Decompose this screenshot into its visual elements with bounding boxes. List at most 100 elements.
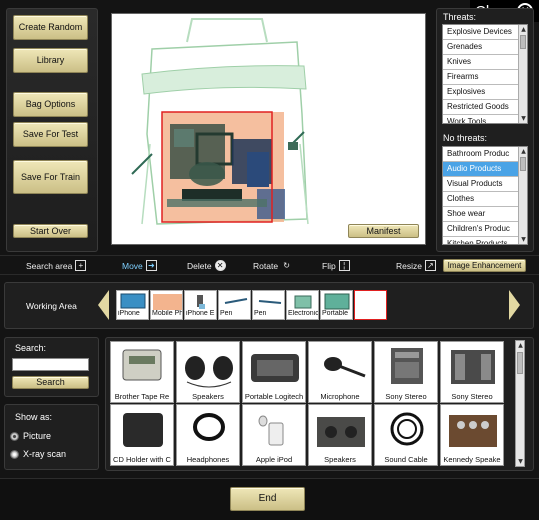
delete-label: Delete bbox=[187, 260, 212, 271]
resize-tool[interactable]: Resize ↗ bbox=[396, 260, 436, 271]
item-photo bbox=[185, 356, 233, 388]
search-area-tool[interactable]: Search area + bbox=[26, 260, 87, 271]
list-item[interactable]: Kitchen Products bbox=[443, 237, 520, 244]
create-random-button[interactable]: Create Random bbox=[13, 15, 88, 40]
working-area-item[interactable] bbox=[354, 290, 387, 320]
item-caption: Sound Cable bbox=[384, 455, 428, 464]
item-caption: Electronic bbox=[287, 310, 318, 319]
scroll-thumb[interactable] bbox=[520, 157, 526, 171]
xray-viewer[interactable] bbox=[111, 13, 426, 245]
item-photo bbox=[390, 412, 424, 446]
list-item[interactable]: Work Tools bbox=[443, 115, 520, 123]
working-area-item[interactable]: iPhone bbox=[116, 290, 149, 320]
rotate-tool[interactable]: Rotate ↻ bbox=[253, 260, 292, 271]
delete-tool[interactable]: Delete ✕ bbox=[187, 260, 226, 271]
item-caption: Headphones bbox=[186, 455, 230, 464]
working-area-right-arrow[interactable] bbox=[509, 290, 520, 320]
show-as-xray-option[interactable]: X-ray scan bbox=[10, 449, 66, 460]
working-area-item[interactable]: Pen bbox=[218, 290, 251, 320]
move-label: Move bbox=[122, 260, 143, 271]
scroll-up-icon[interactable]: ▲ bbox=[517, 342, 524, 349]
item-caption: Sony Stereo bbox=[451, 392, 493, 401]
manifest-button[interactable]: Manifest bbox=[348, 224, 419, 238]
catalog-item[interactable]: Portable Logitech bbox=[242, 341, 306, 403]
item-thumbnail bbox=[120, 293, 146, 309]
list-item[interactable]: Bathroom Produc bbox=[443, 147, 520, 162]
list-item[interactable]: Audio Products bbox=[443, 162, 520, 177]
scroll-up-icon[interactable]: ▲ bbox=[520, 148, 527, 155]
flip-icon: ¦ bbox=[338, 260, 350, 271]
catalog-item[interactable]: Kennedy Speake bbox=[440, 404, 504, 466]
threats-list[interactable]: Explosive Devices Grenades Knives Firearms E… bbox=[442, 24, 528, 124]
no-threats-list[interactable]: Bathroom Produc Audio Products Visual Prod… bbox=[442, 146, 528, 245]
scroll-down-icon[interactable]: ▼ bbox=[520, 236, 527, 243]
list-item[interactable]: Children's Produc bbox=[443, 222, 520, 237]
catalog-item[interactable]: Apple iPod bbox=[242, 404, 306, 466]
search-button[interactable]: Search bbox=[12, 376, 89, 389]
catalog-item[interactable]: Sony Stereo bbox=[440, 341, 504, 403]
item-caption: Speakers bbox=[192, 392, 224, 401]
start-over-button[interactable]: Start Over bbox=[13, 224, 88, 238]
resize-icon: ↗ bbox=[424, 260, 436, 271]
scroll-thumb[interactable] bbox=[520, 35, 526, 49]
list-item[interactable]: Restricted Goods bbox=[443, 100, 520, 115]
xray-image bbox=[131, 18, 309, 225]
item-thumbnail bbox=[224, 298, 248, 304]
list-item[interactable]: Grenades bbox=[443, 40, 520, 55]
scroll-thumb[interactable] bbox=[517, 352, 523, 374]
item-caption: Pen bbox=[219, 310, 250, 319]
item-caption: Kennedy Speake bbox=[443, 455, 501, 464]
catalog-item[interactable]: CD Holder with C bbox=[110, 404, 174, 466]
catalog-item[interactable]: Brother Tape Re bbox=[110, 341, 174, 403]
item-caption: Portable Logitech bbox=[244, 392, 304, 401]
item-caption bbox=[355, 310, 386, 319]
item-photo bbox=[317, 417, 365, 447]
scroll-down-icon[interactable]: ▼ bbox=[517, 458, 524, 465]
scroll-down-icon[interactable]: ▼ bbox=[520, 115, 527, 122]
item-photo bbox=[123, 413, 163, 447]
threats-title: Threats: bbox=[443, 12, 477, 22]
bag-options-button[interactable]: Bag Options bbox=[13, 92, 88, 117]
move-tool[interactable]: Move ➜ bbox=[122, 260, 157, 271]
working-area-item[interactable]: Mobile Ph bbox=[150, 290, 183, 320]
image-enhancement-button[interactable]: Image Enhancement bbox=[443, 259, 526, 272]
catalog-scrollbar[interactable]: ▲ ▼ bbox=[515, 340, 525, 467]
end-button[interactable]: End bbox=[230, 487, 305, 511]
catalog-item[interactable]: Sound Cable bbox=[374, 404, 438, 466]
item-photo bbox=[324, 357, 366, 378]
catalog-item[interactable]: Speakers bbox=[308, 404, 372, 466]
working-area-item[interactable]: Electronic bbox=[286, 290, 319, 320]
catalog-item[interactable]: Speakers bbox=[176, 341, 240, 403]
list-item[interactable]: Explosive Devices bbox=[443, 25, 520, 40]
flip-tool[interactable]: Flip ¦ bbox=[322, 260, 350, 271]
catalog-item[interactable]: Sony Stereo bbox=[374, 341, 438, 403]
list-item[interactable]: Firearms bbox=[443, 70, 520, 85]
library-button[interactable]: Library bbox=[13, 48, 88, 73]
scroll-up-icon[interactable]: ▲ bbox=[520, 26, 527, 33]
catalog-item[interactable]: Microphone bbox=[308, 341, 372, 403]
item-caption: iPhone bbox=[117, 310, 148, 319]
working-area-item[interactable]: iPhone E bbox=[184, 290, 217, 320]
list-item[interactable]: Visual Products bbox=[443, 177, 520, 192]
working-area-item[interactable]: Portable bbox=[320, 290, 353, 320]
list-item[interactable]: Shoe wear bbox=[443, 207, 520, 222]
save-for-test-button[interactable]: Save For Test bbox=[13, 122, 88, 147]
working-area-left-arrow[interactable] bbox=[98, 290, 109, 320]
threats-scrollbar[interactable]: ▲ ▼ bbox=[518, 25, 527, 123]
list-item[interactable]: Knives bbox=[443, 55, 520, 70]
list-item[interactable]: Clothes bbox=[443, 192, 520, 207]
search-label: Search: bbox=[15, 343, 47, 353]
plus-icon: + bbox=[75, 260, 87, 271]
working-area-item[interactable]: Pen bbox=[252, 290, 285, 320]
save-for-train-button[interactable]: Save For Train bbox=[13, 160, 88, 194]
show-as-picture-option[interactable]: Picture bbox=[10, 431, 51, 442]
no-threats-title: No threats: bbox=[443, 133, 488, 143]
catalog-item[interactable]: Headphones bbox=[176, 404, 240, 466]
arrow-right-icon: ➜ bbox=[145, 260, 157, 271]
item-caption: Mobile Ph bbox=[151, 310, 182, 319]
item-caption: Portable bbox=[321, 310, 352, 319]
search-input[interactable] bbox=[12, 358, 89, 371]
no-threats-scrollbar[interactable]: ▲ ▼ bbox=[518, 147, 527, 244]
list-item[interactable]: Explosives bbox=[443, 85, 520, 100]
rotate-label: Rotate bbox=[253, 260, 279, 271]
